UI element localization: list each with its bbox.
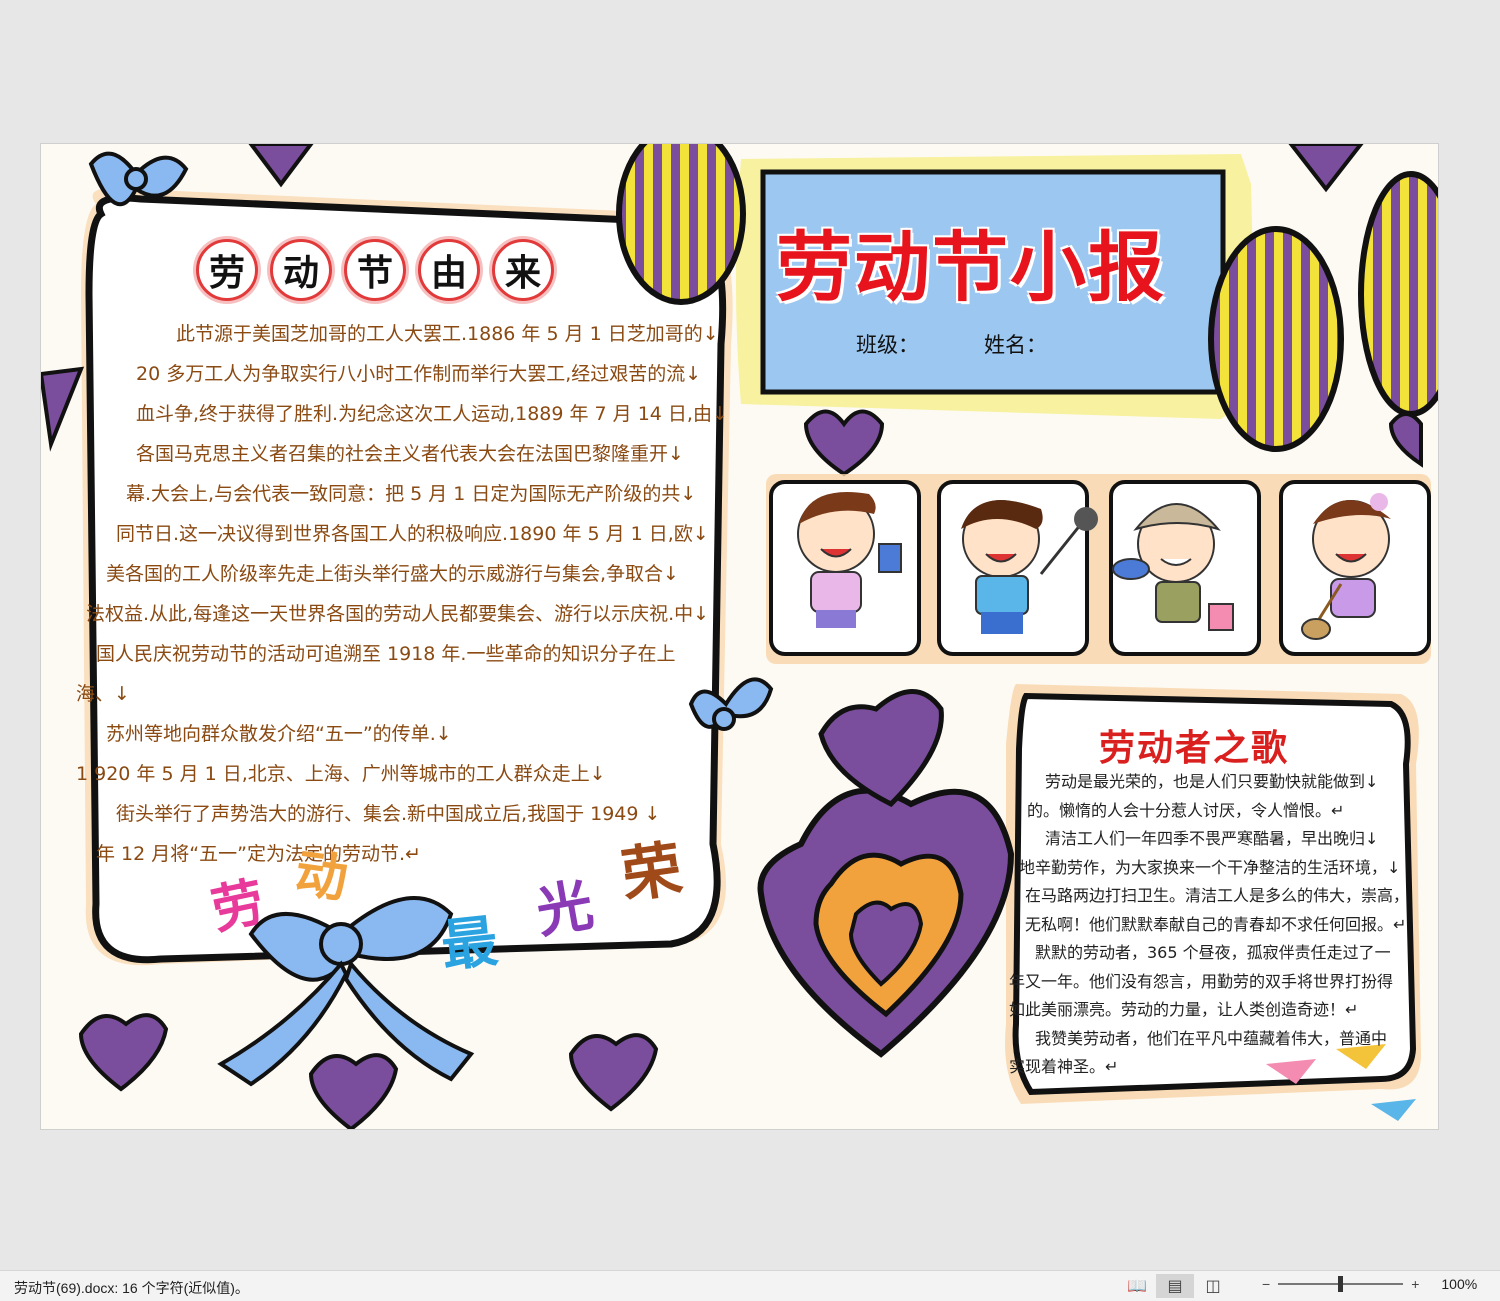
zoom-control: − + 100% [1262, 1276, 1477, 1292]
document-page: 劳 动 节 由 来 此节源于美国芝加哥的工人大罢工.1886 年 5 月 1 日… [40, 143, 1439, 1130]
document-info[interactable]: 劳动节(69).docx: 16 个字符(近似值)。 [14, 1278, 249, 1298]
slogan-char: 动 [291, 843, 352, 911]
slogan-char: 最 [438, 909, 501, 980]
name-label[interactable]: 姓名： [984, 329, 1047, 359]
text-line[interactable]: 无私啊！他们默默奉献自己的青春却不求任何回报。↵ [1009, 911, 1419, 940]
zoom-in-button[interactable]: + [1411, 1276, 1419, 1292]
text-line[interactable]: 同节日.这一决议得到世界各国工人的积极响应.1890 年 5 月 1 日,欧↓ [81, 514, 731, 554]
zoom-out-button[interactable]: − [1262, 1276, 1270, 1292]
origin-title-char: 节 [344, 239, 406, 301]
view-mode-buttons: 📖 ▤ ◫ [1118, 1274, 1232, 1298]
zoom-slider-thumb[interactable] [1338, 1276, 1344, 1292]
text-line[interactable]: 国人民庆祝劳动节的活动可追溯至 1918 年.一些革命的知识分子在上 [81, 634, 731, 674]
song-text[interactable]: 劳动是最光荣的，也是人们只要勤快就能做到↓ 的。懒惰的人会十分惹人讨厌，令人憎恨… [1009, 768, 1419, 1082]
text-line[interactable]: 血斗争,终于获得了胜利.为纪念这次工人运动,1889 年 7 月 14 日,由↓ [81, 394, 731, 434]
text-line[interactable]: 我赞美劳动者，他们在平凡中蕴藏着伟大，普通中 [1009, 1025, 1419, 1054]
poster-title[interactable]: 劳动节小报 [776, 206, 1166, 316]
text-line[interactable]: 苏州等地向群众散发介绍“五一”的传单.↓ [81, 714, 731, 754]
song-title[interactable]: 劳动者之歌 [1099, 719, 1289, 771]
print-layout-icon[interactable]: ▤ [1156, 1274, 1194, 1298]
web-layout-icon[interactable]: ◫ [1194, 1274, 1232, 1298]
status-bar: 劳动节(69).docx: 16 个字符(近似值)。 📖 ▤ ◫ − + 100… [0, 1270, 1500, 1301]
text-line[interactable]: 清洁工人们一年四季不畏严寒酷暑，早出晚归↓ [1009, 825, 1419, 854]
origin-title-char: 来 [492, 239, 554, 301]
text-line[interactable]: 年又一年。他们没有怨言，用勤劳的双手将世界打扮得 [1009, 968, 1419, 997]
text-line[interactable]: 美各国的工人阶级率先走上街头举行盛大的示威游行与集会,争取合↓ [81, 554, 731, 594]
origin-title-char: 由 [418, 239, 480, 301]
text-line[interactable]: 地辛勤劳作，为大家换来一个干净整洁的生活环境，↓ [1009, 854, 1419, 883]
kids-panel [766, 474, 1431, 664]
zoom-level[interactable]: 100% [1441, 1276, 1477, 1292]
text-line[interactable]: 的。懒惰的人会十分惹人讨厌，令人憎恨。↵ [1009, 797, 1419, 826]
text-line[interactable]: 1 920 年 5 月 1 日,北京、上海、广州等城市的工人群众走上↓ [76, 754, 731, 794]
read-mode-icon[interactable]: 📖 [1118, 1274, 1156, 1298]
striped-balloon-left [616, 144, 746, 305]
zoom-slider[interactable] [1278, 1276, 1404, 1292]
text-line[interactable]: 海、↓ [76, 674, 731, 714]
text-line[interactable]: 此节源于美国芝加哥的工人大罢工.1886 年 5 月 1 日芝加哥的↓ [81, 314, 731, 354]
text-line[interactable]: 在马路两边打扫卫生。清洁工人是多么的伟大，崇高， [1009, 882, 1419, 911]
origin-title: 劳 动 节 由 来 [196, 239, 554, 301]
class-label[interactable]: 班级： [856, 329, 919, 359]
text-line[interactable]: 各国马克思主义者召集的社会主义者代表大会在法国巴黎隆重开↓ [81, 434, 731, 474]
text-line[interactable]: 20 多万工人为争取实行八小时工作制而举行大罢工,经过艰苦的流↓ [81, 354, 731, 394]
slogan-char: 荣 [617, 834, 687, 912]
text-line[interactable]: 幕.大会上,与会代表一致同意：把 5 月 1 日定为国际无产阶级的共↓ [81, 474, 731, 514]
origin-title-char: 动 [270, 239, 332, 301]
text-line[interactable]: 法权益.从此,每逢这一天世界各国的劳动人民都要集会、游行以示庆祝.中↓ [81, 594, 731, 634]
text-line[interactable]: 默默的劳动者，365 个昼夜，孤寂伴责任走过了一 [1009, 939, 1419, 968]
origin-title-char: 劳 [196, 239, 258, 301]
text-line[interactable]: 劳动是最光荣的，也是人们只要勤快就能做到↓ [1009, 768, 1419, 797]
text-line[interactable]: 如此美丽漂亮。劳动的力量，让人类创造奇迹！↵ [1009, 996, 1419, 1025]
origin-text[interactable]: 此节源于美国芝加哥的工人大罢工.1886 年 5 月 1 日芝加哥的↓ 20 多… [76, 314, 731, 874]
text-line[interactable]: 实现着神圣。↵ [1009, 1053, 1419, 1082]
